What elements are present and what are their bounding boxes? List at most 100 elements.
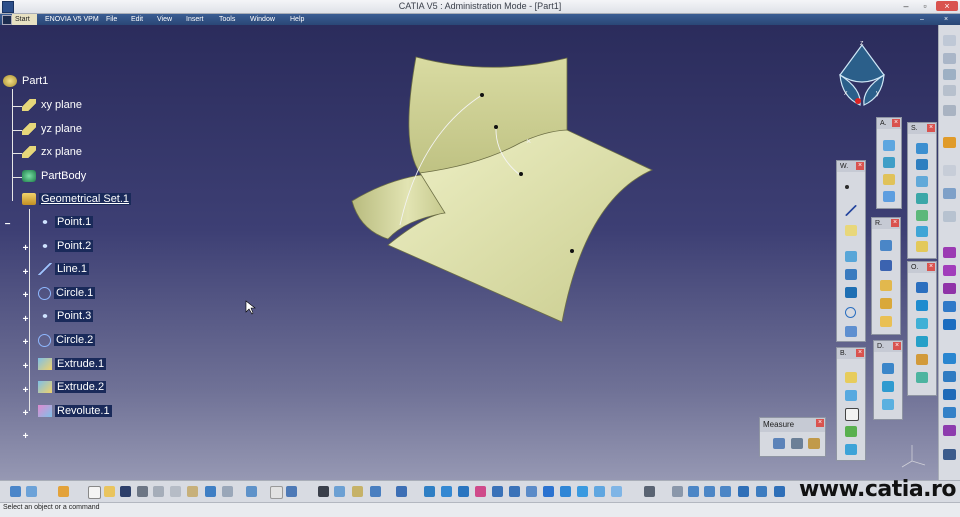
menu-file[interactable]: File (106, 14, 117, 25)
bump-tool-icon[interactable] (882, 399, 894, 410)
close-icon[interactable]: × (893, 342, 901, 350)
extrude-tool-icon[interactable] (883, 140, 895, 151)
menu-help[interactable]: Help (290, 14, 304, 25)
tree-node-point-3[interactable]: Point.3 (38, 310, 94, 323)
expand-icon[interactable]: + (21, 291, 30, 301)
expand-icon[interactable]: + (21, 386, 30, 396)
menu-window[interactable]: Window (250, 14, 275, 25)
measure-between-icon[interactable] (773, 438, 785, 449)
plane-tool-icon[interactable] (845, 225, 857, 236)
projection-tool-icon[interactable] (845, 251, 857, 262)
tool-icon[interactable] (704, 486, 715, 497)
shape-tool-icon[interactable] (943, 371, 956, 382)
rotate-tool-icon[interactable] (916, 354, 928, 365)
sketcher-icon[interactable] (943, 53, 956, 64)
tree-node-line-1[interactable]: Line.1 (38, 263, 89, 276)
cursor-tool-icon[interactable] (943, 137, 956, 148)
menu-tools[interactable]: Tools (219, 14, 235, 25)
join-tool-icon[interactable] (880, 280, 892, 291)
wrap-tool-icon[interactable] (882, 381, 894, 392)
3d-viewport[interactable]: × z x y Part1 xy plane yz plane zx plane… (0, 25, 938, 480)
quick-view-icon[interactable] (543, 486, 554, 497)
shape-tool-icon[interactable] (943, 283, 956, 294)
fit-all-icon[interactable] (441, 486, 452, 497)
extract-tool-icon[interactable] (916, 300, 928, 311)
multiview-icon[interactable] (396, 486, 407, 497)
screen-icon[interactable] (644, 486, 655, 497)
spline-tool-icon[interactable] (845, 326, 857, 337)
document-icon[interactable] (2, 15, 12, 25)
grid-icon[interactable] (943, 165, 956, 176)
normal-view-icon[interactable] (526, 486, 537, 497)
sphere-tool-icon[interactable] (883, 174, 895, 185)
menu-insert[interactable]: Insert (186, 14, 204, 25)
repetition-tool-icon[interactable] (880, 240, 892, 251)
product-icon[interactable] (10, 486, 21, 497)
circle-tool-icon[interactable] (845, 307, 856, 318)
axis-tool-icon[interactable] (845, 390, 857, 401)
tool-icon[interactable] (720, 486, 731, 497)
menu-minimize[interactable]: – (920, 14, 924, 25)
catalog-icon[interactable] (26, 486, 37, 497)
rotate-icon[interactable] (475, 486, 486, 497)
table-icon[interactable] (318, 486, 329, 497)
shape-tool-icon[interactable] (943, 265, 956, 276)
develop-tool-icon[interactable] (882, 363, 894, 374)
expand-icon[interactable]: + (21, 315, 30, 325)
options-icon[interactable] (58, 486, 69, 497)
tree-node-point-1[interactable]: Point.1 (38, 216, 94, 229)
tree-node-extrude-2[interactable]: Extrude.2 (38, 381, 107, 394)
surface-tool-icon[interactable] (916, 241, 928, 252)
maximize-button[interactable]: ▫ (917, 1, 933, 11)
tree-node-circle-1[interactable]: Circle.1 (38, 287, 96, 300)
toolbar-b[interactable]: B. × (836, 347, 866, 461)
trim-tool-icon[interactable] (880, 316, 892, 327)
boundary-tool-icon[interactable] (916, 282, 928, 293)
zoom-out-icon[interactable] (509, 486, 520, 497)
3d-compass-icon[interactable] (672, 486, 683, 497)
symmetry-tool-icon[interactable] (916, 372, 928, 383)
fly-mode-icon[interactable] (424, 486, 435, 497)
tree-node-circle-2[interactable]: Circle.2 (38, 334, 96, 347)
expand-icon[interactable]: + (21, 362, 30, 372)
law-tool-icon[interactable] (845, 426, 857, 437)
sweep-tool-icon[interactable] (916, 143, 928, 154)
menu-enovia[interactable]: ENOVIA V5 VPM (45, 14, 99, 25)
grid-icon[interactable] (738, 486, 749, 497)
tool-selector-icon[interactable] (845, 408, 859, 421)
hide-show-icon[interactable] (594, 486, 605, 497)
expand-icon[interactable]: + (21, 432, 30, 442)
revolve-tool-icon[interactable] (883, 157, 895, 168)
toolbar-d[interactable]: D. × (873, 340, 903, 420)
tree-node-partbody[interactable]: PartBody (22, 170, 88, 183)
analysis-icon[interactable] (943, 188, 956, 199)
adaptive-sweep-icon[interactable] (916, 226, 928, 237)
close-icon[interactable]: × (927, 263, 935, 271)
close-icon[interactable]: × (891, 219, 899, 227)
tree-node-part1[interactable]: Part1 (3, 75, 50, 88)
toolbar-a[interactable]: A. × (876, 117, 902, 209)
macro-icon[interactable] (370, 486, 381, 497)
tool-icon[interactable] (756, 486, 767, 497)
split-tool-icon[interactable] (880, 298, 892, 309)
close-icon[interactable]: × (856, 349, 864, 357)
print-icon[interactable] (137, 486, 148, 497)
menu-start[interactable]: Start (12, 14, 37, 25)
tree-node-revolute-1[interactable]: Revolute.1 (38, 405, 112, 418)
copy-icon[interactable] (170, 486, 181, 497)
shape-tool-icon[interactable] (943, 353, 956, 364)
right-toolbar[interactable] (938, 25, 960, 480)
point-tool-icon[interactable] (845, 185, 849, 189)
render-style-icon[interactable] (577, 486, 588, 497)
tool-icon[interactable] (688, 486, 699, 497)
shape-tool-icon[interactable] (943, 389, 956, 400)
pattern-tool-icon[interactable] (880, 260, 892, 271)
cut-icon[interactable] (153, 486, 164, 497)
toolbar-r[interactable]: R. × (871, 217, 901, 335)
cylinder-tool-icon[interactable] (883, 191, 895, 202)
shape-tool-icon[interactable] (943, 319, 956, 330)
tree-node-zx-plane[interactable]: zx plane (22, 146, 84, 159)
shape-tool-icon[interactable] (943, 247, 956, 258)
select-tool-icon[interactable] (943, 35, 956, 46)
3d-geometry[interactable]: × (0, 25, 938, 480)
